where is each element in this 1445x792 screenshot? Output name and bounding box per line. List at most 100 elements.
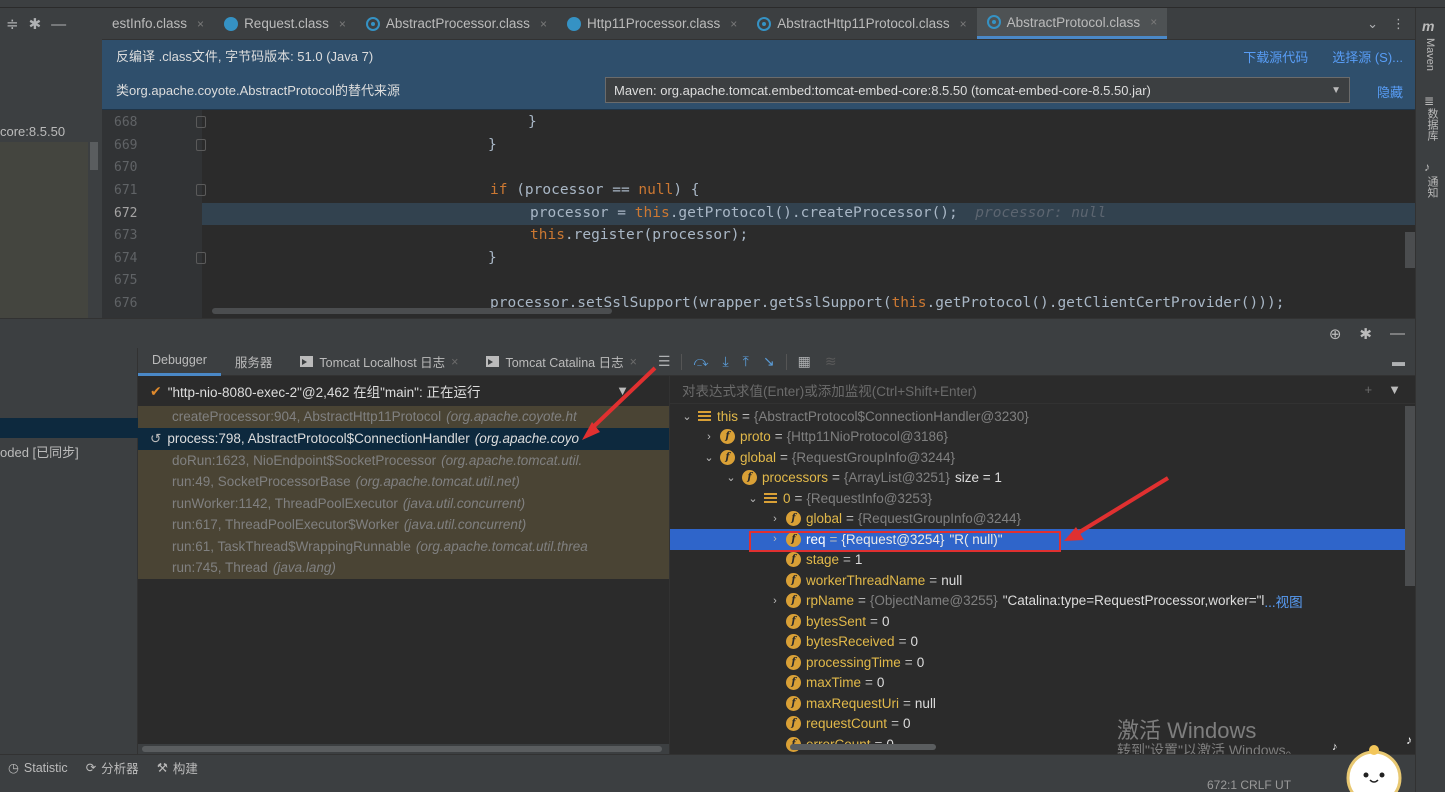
- variable-row[interactable]: › f global = {RequestGroupInfo@3244}: [670, 509, 1415, 530]
- close-icon[interactable]: ×: [630, 355, 637, 369]
- stack-frame[interactable]: run:617, ThreadPoolExecutor$Worker (java.…: [138, 514, 669, 536]
- database-tool-label[interactable]: 数据库: [1424, 108, 1440, 141]
- variable-row[interactable]: f processingTime = 0: [670, 652, 1415, 673]
- minimize-icon[interactable]: —: [1390, 325, 1405, 343]
- filter-icon[interactable]: ▼: [616, 383, 629, 398]
- variable-row[interactable]: f bytesSent = 0: [670, 611, 1415, 632]
- variable-row[interactable]: › f proto = {Http11NioProtocol@3186}: [670, 427, 1415, 448]
- caret-position[interactable]: 672:1 CRLF UT: [1207, 778, 1291, 792]
- variable-row[interactable]: f maxTime = 0: [670, 673, 1415, 694]
- bottom-tool-statistic[interactable]: ◷ Statistic: [8, 760, 68, 776]
- tab-catalina-log[interactable]: Tomcat Catalina 日志 ×: [472, 348, 650, 376]
- evaluate-icon[interactable]: ▦: [791, 353, 818, 370]
- bottom-tool-build[interactable]: ⚒ 构建: [157, 758, 198, 777]
- chevron-right-icon[interactable]: ›: [768, 513, 782, 525]
- close-icon[interactable]: ×: [339, 17, 346, 31]
- tab-localhost-log[interactable]: Tomcat Localhost 日志 ×: [286, 348, 472, 376]
- maven-icon[interactable]: m: [1422, 18, 1434, 34]
- debug-left-item[interactable]: oded [已同步]: [0, 442, 79, 461]
- variable-row[interactable]: ⌄ f global = {RequestGroupInfo@3244}: [670, 447, 1415, 468]
- stack-frame[interactable]: run:49, SocketProcessorBase (org.apache.t…: [138, 471, 669, 493]
- maven-tool-label[interactable]: Maven: [1424, 38, 1436, 71]
- hide-banner-link[interactable]: 隐藏: [1377, 82, 1403, 101]
- close-icon[interactable]: ×: [960, 17, 967, 31]
- tab-abstract-processor[interactable]: AbstractProcessor.class ×: [356, 8, 557, 39]
- editor-vertical-scrollbar[interactable]: [1405, 232, 1415, 268]
- variable-row[interactable]: f maxRequestUri = null: [670, 693, 1415, 714]
- step-over-icon[interactable]: ⤼: [686, 353, 715, 370]
- chevron-down-icon[interactable]: ⌄: [1367, 16, 1378, 32]
- stack-frame[interactable]: run:745, Thread (java.lang): [138, 557, 669, 579]
- choose-source-link[interactable]: 选择源 (S)...: [1332, 47, 1403, 66]
- editor-horizontal-scrollbar[interactable]: [212, 308, 612, 314]
- stack-frame[interactable]: ↺ process:798, AbstractProtocol$Connectio…: [138, 428, 669, 450]
- tab-estinfo[interactable]: estInfo.class ×: [102, 8, 214, 39]
- step-into-icon[interactable]: ⤓: [715, 353, 735, 370]
- debug-left-selection[interactable]: [0, 418, 138, 438]
- close-icon[interactable]: ×: [1150, 15, 1157, 29]
- chevron-down-icon[interactable]: ⌄: [702, 451, 716, 464]
- database-icon[interactable]: ≣: [1424, 94, 1434, 108]
- stack-frame[interactable]: createProcessor:904, AbstractHttp11Proto…: [138, 406, 669, 428]
- chevron-down-icon[interactable]: ▼: [1388, 382, 1401, 397]
- step-out-icon[interactable]: ⤒: [736, 353, 756, 370]
- stack-frame[interactable]: doRun:1623, NioEndpoint$SocketProcessor(…: [138, 450, 669, 472]
- chevron-down-icon[interactable]: ⌄: [746, 492, 760, 505]
- add-watch-icon[interactable]: +: [1365, 382, 1373, 397]
- variable-row[interactable]: f requestCount = 0: [670, 714, 1415, 735]
- view-link[interactable]: ...视图: [1264, 591, 1302, 611]
- variable-row[interactable]: ferrorCount=0: [670, 734, 1415, 754]
- target-icon[interactable]: ⊕: [1329, 325, 1342, 343]
- stack-frame[interactable]: runWorker:1142, ThreadPoolExecutor (java.…: [138, 493, 669, 515]
- variable-row[interactable]: f workerThreadName = null: [670, 570, 1415, 591]
- fold-marker-icon[interactable]: [196, 139, 206, 151]
- menu-icon[interactable]: ☰: [651, 353, 678, 370]
- variables-vertical-scrollbar[interactable]: [1405, 406, 1415, 586]
- close-icon[interactable]: ×: [197, 17, 204, 31]
- tab-abstract-protocol[interactable]: AbstractProtocol.class ×: [976, 8, 1168, 39]
- source-select[interactable]: Maven: org.apache.tomcat.embed:tomcat-em…: [605, 77, 1350, 103]
- gear-icon[interactable]: ✱: [1359, 325, 1372, 343]
- code-editor[interactable]: 668 669 670 671 672 673 674 675 676 } } …: [102, 110, 1415, 318]
- close-icon[interactable]: ×: [540, 17, 547, 31]
- stack-frame[interactable]: run:61, TaskThread$WrappingRunnable (org.…: [138, 536, 669, 558]
- project-scrollbar[interactable]: [90, 142, 98, 170]
- trace-icon[interactable]: ≋: [818, 353, 844, 370]
- close-icon[interactable]: ×: [451, 355, 458, 369]
- watch-expression-input[interactable]: 对表达式求值(Enter)或添加监视(Ctrl+Shift+Enter): [670, 376, 1415, 404]
- variable-row[interactable]: ⌄ f processors = {ArrayList@3251} size = 1: [670, 468, 1415, 489]
- bottom-tool-profiler[interactable]: ⟳ 分析器: [86, 758, 139, 777]
- gear-icon[interactable]: ✱: [29, 15, 42, 33]
- notifications-tool-label[interactable]: 通知: [1424, 176, 1440, 198]
- variable-row[interactable]: ⌄ this = {AbstractProtocol$ConnectionHandle…: [670, 406, 1415, 427]
- chevron-down-icon[interactable]: ⌄: [680, 410, 694, 423]
- scrollbar-thumb[interactable]: [142, 746, 662, 752]
- tab-abstract-http11-protocol[interactable]: AbstractHttp11Protocol.class ×: [747, 8, 976, 39]
- frames-horizontal-scrollbar[interactable]: [138, 744, 669, 754]
- collapse-icon[interactable]: ≑: [6, 15, 19, 33]
- project-tree-item[interactable]: core:8.5.50: [0, 124, 65, 139]
- tab-request[interactable]: Request.class ×: [214, 8, 356, 39]
- more-icon[interactable]: ⋮: [1392, 16, 1405, 32]
- fold-marker-icon[interactable]: [196, 252, 206, 264]
- layout-icon[interactable]: ▬: [1392, 354, 1415, 369]
- variable-row[interactable]: f bytesReceived = 0: [670, 632, 1415, 653]
- fold-marker-icon[interactable]: [196, 116, 206, 128]
- download-source-link[interactable]: 下载源代码: [1243, 47, 1308, 66]
- tab-server[interactable]: 服务器: [221, 348, 287, 376]
- close-icon[interactable]: ×: [730, 17, 737, 31]
- chevron-right-icon[interactable]: ›: [768, 595, 782, 607]
- variable-row[interactable]: ⌄ 0 = {RequestInfo@3253}: [670, 488, 1415, 509]
- tab-debugger[interactable]: Debugger: [138, 348, 221, 376]
- tab-http11-processor[interactable]: Http11Processor.class ×: [557, 8, 747, 39]
- chevron-right-icon[interactable]: ›: [702, 431, 716, 443]
- variables-horizontal-scrollbar[interactable]: [790, 744, 936, 750]
- variable-row[interactable]: f stage = 1: [670, 550, 1415, 571]
- thread-selector[interactable]: ✔ "http-nio-8080-exec-2"@2,462 在组"main":…: [138, 376, 669, 406]
- chevron-down-icon[interactable]: ⌄: [724, 471, 738, 484]
- variable-row[interactable]: › f rpName = {ObjectName@3255} "Catalina:type…: [670, 591, 1415, 612]
- bell-icon[interactable]: ♪: [1424, 160, 1430, 174]
- fold-marker-icon[interactable]: [196, 184, 206, 196]
- run-to-cursor-icon[interactable]: ↘: [756, 353, 782, 370]
- minimize-icon[interactable]: —: [51, 16, 66, 33]
